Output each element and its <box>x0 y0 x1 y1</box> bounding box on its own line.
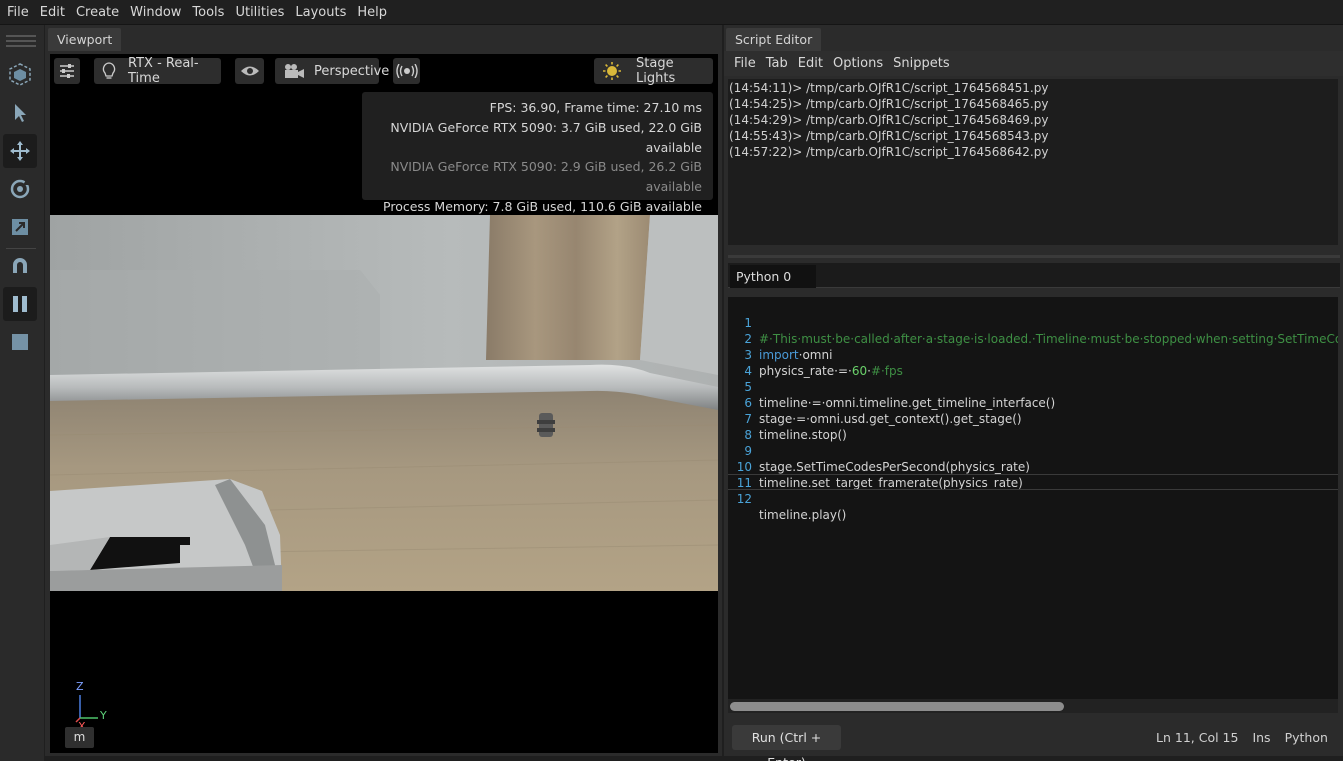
language-mode[interactable]: Python <box>1285 730 1328 745</box>
stop-icon[interactable] <box>3 325 37 359</box>
run-button[interactable]: Run (Ctrl + Enter) <box>732 725 841 761</box>
code-line: 11 <box>728 459 1338 490</box>
cursor-position: Ln 11, Col 15 <box>1156 730 1239 745</box>
script-editor-panel: Script Editor File Tab Edit Options Snip… <box>724 25 1343 761</box>
tab-python-0[interactable]: Python 0 <box>730 265 816 288</box>
code-editor[interactable]: 1 #·This·must·be·called·after·a·stage·is… <box>728 297 1338 713</box>
se-menu-file[interactable]: File <box>734 56 756 71</box>
log-entry: (14:54:25)> /tmp/carb.OJfR1C/script_1764… <box>729 97 1049 111</box>
log-entry: (14:57:22)> /tmp/carb.OJfR1C/script_1764… <box>729 145 1049 159</box>
code-line: 3 physics_rate·=·60·#·fps <box>728 331 1338 378</box>
splitter[interactable] <box>728 255 1340 258</box>
pause-icon[interactable] <box>3 287 37 321</box>
menu-help[interactable]: Help <box>353 0 391 25</box>
broadcast-icon[interactable] <box>393 58 420 84</box>
left-toolbar <box>0 25 44 761</box>
code-line-current: 12 timeline.play() <box>728 474 1338 522</box>
camera-icon <box>283 63 305 79</box>
main-menubar: File Edit Create Window Tools Utilities … <box>0 0 1343 25</box>
code-line: 10 timeline.set_target_framerate(physics… <box>728 443 1338 490</box>
scrollbar-thumb[interactable] <box>730 702 1064 711</box>
script-output-log[interactable]: (14:54:11)> /tmp/carb.OJfR1C/script_1764… <box>728 79 1338 245</box>
move-icon[interactable] <box>3 134 37 168</box>
menu-window[interactable]: Window <box>126 0 185 25</box>
stage-lights-label: Stage Lights <box>636 56 676 86</box>
cube-select-icon[interactable] <box>3 57 37 91</box>
stage-lights-button[interactable]: Stage Lights <box>594 56 713 86</box>
script-editor-menubar: File Tab Edit Options Snippets <box>724 51 1343 76</box>
code-line: 1 #·This·must·be·called·after·a·stage·is… <box>728 299 1338 346</box>
lightbulb-icon <box>102 62 116 80</box>
camera-button[interactable]: Perspective <box>275 58 389 84</box>
code-line: 9 stage.SetTimeCodesPerSecond(physics_ra… <box>728 427 1338 474</box>
eye-icon[interactable] <box>235 58 264 84</box>
scale-icon[interactable] <box>3 210 37 244</box>
se-menu-snippets[interactable]: Snippets <box>893 56 949 71</box>
menu-edit[interactable]: Edit <box>36 0 69 25</box>
python-tab-strip: Python 0 <box>728 263 1340 288</box>
axis-gizmo: Z Y X <box>70 680 130 733</box>
viewport-panel: Viewport RTX - Real-Time Perspective Sta… <box>45 25 722 756</box>
menu-create[interactable]: Create <box>72 0 123 25</box>
gpu0-memory: NVIDIA GeForce RTX 5090: 3.7 GiB used, 2… <box>390 119 702 155</box>
rotate-icon[interactable] <box>3 172 37 206</box>
code-line: 7 timeline.stop() <box>728 395 1338 442</box>
menu-file[interactable]: File <box>3 0 33 25</box>
se-menu-options[interactable]: Options <box>833 56 883 71</box>
process-memory: Process Memory: 7.8 GiB used, 110.6 GiB … <box>383 198 702 214</box>
axis-y-label: Y <box>100 709 107 722</box>
code-line: 8 <box>728 411 1338 442</box>
log-entry: (14:54:29)> /tmp/carb.OJfR1C/script_1764… <box>729 113 1049 127</box>
menu-utilities[interactable]: Utilities <box>231 0 288 25</box>
scene-render <box>50 215 718 591</box>
renderer-label: RTX - Real-Time <box>128 56 199 86</box>
renderer-button[interactable]: RTX - Real-Time <box>94 56 221 86</box>
units-button[interactable]: m <box>65 727 94 748</box>
small-robot <box>537 413 555 437</box>
code-line: 6 stage·=·omni.usd.get_context().get_sta… <box>728 379 1338 426</box>
menu-layouts[interactable]: Layouts <box>291 0 350 25</box>
performance-stats: FPS: 36.90, Frame time: 27.10 ms NVIDIA … <box>362 92 713 234</box>
sun-icon <box>602 61 622 81</box>
toolbar-grip[interactable] <box>6 35 36 47</box>
horizontal-scrollbar[interactable] <box>728 699 1338 713</box>
gpu1-memory: NVIDIA GeForce RTX 5090: 2.9 GiB used, 2… <box>390 159 702 195</box>
log-entry: (14:55:43)> /tmp/carb.OJfR1C/script_1764… <box>729 129 1049 143</box>
insert-mode: Ins <box>1252 730 1271 745</box>
log-entry: (14:54:11)> /tmp/carb.OJfR1C/script_1764… <box>729 81 1049 95</box>
code-text: timeline.play() <box>759 508 847 522</box>
editor-statusbar: Ln 11, Col 15 Ins Python <box>1156 725 1328 750</box>
viewport-canvas[interactable]: RTX - Real-Time Perspective Stage Lights… <box>50 54 718 753</box>
snap-magnet-icon[interactable] <box>3 249 37 283</box>
menu-tools[interactable]: Tools <box>188 0 228 25</box>
axis-z-label: Z <box>76 680 84 693</box>
code-line: 5 timeline·=·omni.timeline.get_timeline_… <box>728 363 1338 410</box>
code-line: 4 <box>728 347 1338 378</box>
camera-label: Perspective <box>314 63 390 79</box>
code-line: 2 import·omni <box>728 315 1338 362</box>
settings-sliders-icon[interactable] <box>54 58 80 84</box>
select-arrow-icon[interactable] <box>3 96 37 130</box>
tab-viewport[interactable]: Viewport <box>48 28 122 51</box>
tab-script-editor[interactable]: Script Editor <box>726 28 822 51</box>
line-number: 12 <box>736 492 752 506</box>
se-menu-edit[interactable]: Edit <box>798 56 823 71</box>
fps-readout: FPS: 36.90, Frame time: 27.10 ms <box>489 100 702 115</box>
se-menu-tab[interactable]: Tab <box>766 56 788 71</box>
